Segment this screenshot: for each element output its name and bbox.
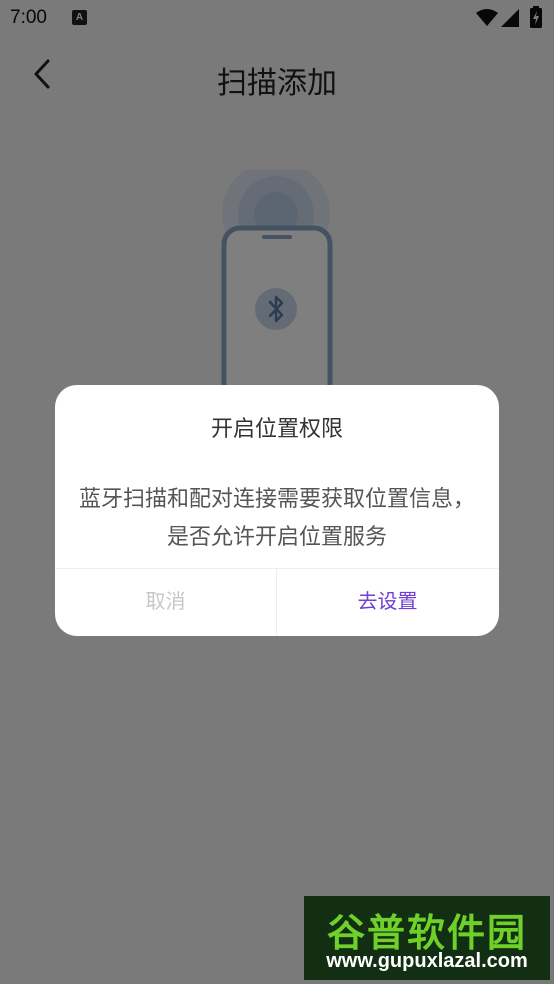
dialog-actions: 取消 去设置 [55, 568, 499, 636]
cancel-button[interactable]: 取消 [55, 569, 276, 636]
dialog-title: 开启位置权限 [210, 417, 343, 442]
watermark-url: www.gupuxlazal.com [326, 950, 528, 972]
watermark-logo: 谷普软件园 [326, 911, 527, 955]
dialog-message: 蓝牙扫描和配对连接需要获取位置信息，是否允许开启位置服务 [78, 487, 475, 550]
app-screen: 7:00 A 扫描添加 开启位置权限 蓝牙扫描和配对连接 [0, 0, 554, 984]
watermark: 谷普软件园 www.gupuxlazal.com [304, 896, 550, 980]
go-to-settings-button[interactable]: 去设置 [277, 569, 498, 636]
location-permission-dialog: 开启位置权限 蓝牙扫描和配对连接需要获取位置信息，是否允许开启位置服务 取消 去… [55, 385, 499, 636]
